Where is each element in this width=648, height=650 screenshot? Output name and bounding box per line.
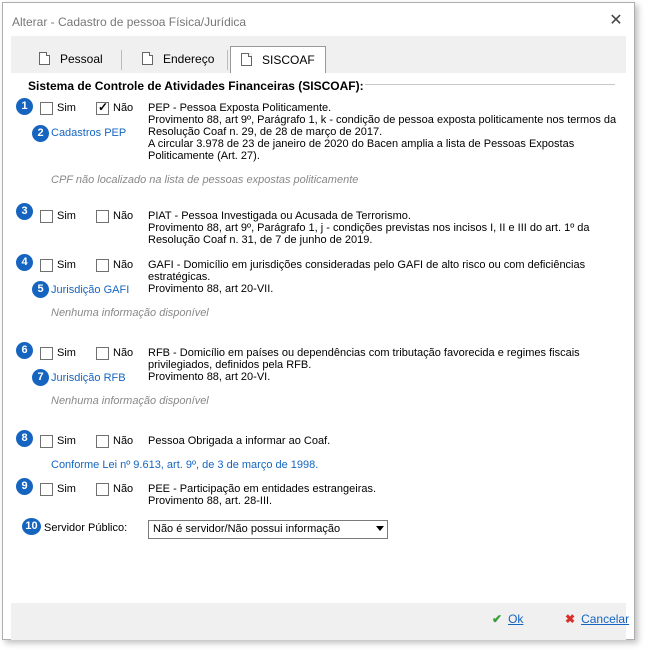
rfb-line: privilegiados, definidos pela RFB. [148,359,312,371]
rfb-yes-checkbox[interactable] [40,347,53,360]
cadastros-pep-link[interactable]: Cadastros PEP [51,127,126,139]
badge-7: 7 [32,369,49,386]
cancel-button[interactable]: ✖ Cancelar [565,612,629,626]
badge-3: 3 [16,203,33,220]
pep-line: A circular 3.978 de 23 de janeiro de 202… [148,138,575,150]
obrigada-no-checkbox[interactable] [96,435,109,448]
badge-1: 1 [16,98,33,115]
pep-line: Provimento 88, art 9º, Parágrafo 1, k - … [148,114,617,126]
jurisdicao-gafi-link[interactable]: Jurisdição GAFI [51,284,129,296]
piat-no-label: Não [113,210,134,222]
badge-2: 2 [32,125,49,142]
panel-content: Sistema de Controle de Atividades Financ… [3,3,634,639]
pep-description: PEP - Pessoa Exposta Politicamente. Prov… [148,102,616,162]
jurisdicao-rfb-link[interactable]: Jurisdição RFB [51,372,126,384]
piat-line: Resolução Coaf n. 31, de 7 de junho de 2… [148,234,373,246]
rfb-status-note: Nenhuma informação disponível [51,395,209,407]
rfb-line: RFB - Domicílio em países ou dependência… [148,347,580,359]
pep-line: Resolução Coaf n. 29, de 28 de março de … [148,126,383,138]
gafi-description: GAFI - Domicílio em jurisdições consider… [148,259,585,295]
pee-no-label: Não [113,483,134,495]
gafi-no-checkbox[interactable] [96,259,109,272]
gafi-line: estratégicas. [148,271,211,283]
pee-no-checkbox[interactable] [96,483,109,496]
obrigada-no-label: Não [113,435,134,447]
gafi-line: Provimento 88, art 20-VII. [148,283,274,295]
servidor-selected-value: Não é servidor/Não possui informação [153,523,341,535]
pep-no-checkbox[interactable]: ✓ [96,100,109,115]
piat-description: PIAT - Pessoa Investigada ou Acusada de … [148,210,590,246]
obrigada-yes-label: Sim [57,435,76,447]
cancel-label: Cancelar [581,612,630,626]
ok-button[interactable]: ✔ Ok [492,612,523,626]
badge-8: 8 [16,430,33,447]
obrigada-yes-checkbox[interactable] [40,435,53,448]
piat-line: Provimento 88, art 9º, Parágrafo 1, j - … [148,222,590,234]
rfb-no-checkbox[interactable] [96,347,109,360]
rfb-no-label: Não [113,347,134,359]
checkmark-icon: ✔ [492,612,503,626]
pep-no-label: Não [113,102,134,114]
dialog-window: Alterar - Cadastro de pessoa Física/Jurí… [2,2,635,640]
obrigada-description: Pessoa Obrigada a informar ao Coaf. [148,435,331,447]
x-icon: ✖ [565,612,576,626]
pep-yes-label: Sim [57,102,76,114]
badge-5: 5 [32,281,49,298]
piat-no-checkbox[interactable] [96,210,109,223]
gafi-line: GAFI - Domicílio em jurisdições consider… [148,259,586,271]
rfb-line: Provimento 88, art 20-VI. [148,371,271,383]
lei-9613-link[interactable]: Conforme Lei nº 9.613, art. 9º, de 3 de … [51,459,318,471]
pee-line: PEE - Participação em entidades estrange… [148,483,377,495]
piat-yes-label: Sim [57,210,76,222]
rfb-description: RFB - Domicílio em países ou dependência… [148,347,580,383]
rfb-yes-label: Sim [57,347,76,359]
section-divider [365,84,615,85]
pee-yes-checkbox[interactable] [40,483,53,496]
chevron-down-icon [376,526,384,531]
gafi-no-label: Não [113,259,134,271]
badge-9: 9 [16,478,33,495]
badge-10: 10 [22,518,41,535]
pee-line: Provimento 88, art. 28-III. [148,495,273,507]
check-icon: ✓ [98,100,109,114]
badge-6: 6 [16,342,33,359]
section-title: Sistema de Controle de Atividades Financ… [28,79,364,93]
gafi-yes-checkbox[interactable] [40,259,53,272]
pep-status-note: CPF não localizado na lista de pessoas e… [51,174,359,186]
pee-yes-label: Sim [57,483,76,495]
piat-line: PIAT - Pessoa Investigada ou Acusada de … [148,210,411,222]
gafi-status-note: Nenhuma informação disponível [51,307,209,319]
badge-4: 4 [16,254,33,271]
pep-yes-checkbox[interactable] [40,102,53,115]
servidor-select[interactable]: Não é servidor/Não possui informação [148,520,388,539]
pee-description: PEE - Participação em entidades estrange… [148,483,376,507]
piat-yes-checkbox[interactable] [40,210,53,223]
ok-label: Ok [508,612,524,626]
pep-line: Politicamente (Art. 27). [148,150,260,162]
servidor-label: Servidor Público: [44,522,128,534]
pep-line: PEP - Pessoa Exposta Politicamente. [148,102,332,114]
gafi-yes-label: Sim [57,259,76,271]
